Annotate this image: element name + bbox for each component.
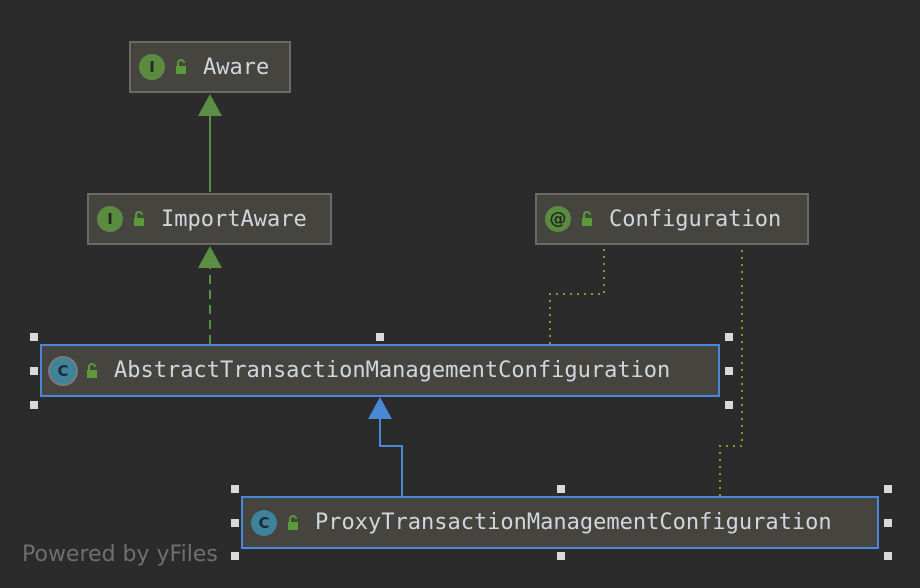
- node-proxy-transaction-management-configuration[interactable]: C ProxyTransactionManagementConfiguratio…: [241, 496, 879, 549]
- resize-handle[interactable]: [884, 519, 892, 527]
- node-label: ProxyTransactionManagementConfiguration: [315, 510, 832, 535]
- annotation-icon: @: [545, 206, 571, 232]
- unlocked-icon: [288, 514, 298, 530]
- resize-handle[interactable]: [30, 367, 38, 375]
- resize-handle[interactable]: [884, 485, 892, 493]
- resize-handle[interactable]: [725, 367, 733, 375]
- unlocked-icon: [176, 59, 186, 74]
- abstract-class-icon: C: [50, 357, 76, 384]
- resize-handle[interactable]: [884, 552, 892, 560]
- resize-handle[interactable]: [231, 552, 239, 560]
- resize-handle[interactable]: [557, 485, 565, 493]
- unlocked-icon: [87, 362, 97, 378]
- resize-handle[interactable]: [231, 485, 239, 493]
- edge-proxy-extends-abstract: [368, 397, 403, 496]
- node-abstract-transaction-management-configuration[interactable]: C AbstractTransactionManagementConfigura…: [40, 344, 720, 397]
- interface-icon: I: [139, 54, 165, 80]
- node-label: Aware: [203, 54, 270, 80]
- resize-handle[interactable]: [30, 333, 38, 341]
- interface-icon: I: [97, 206, 123, 232]
- edge-abstract-implements-importaware: [198, 246, 222, 344]
- node-label: ImportAware: [161, 206, 307, 232]
- node-importaware[interactable]: I ImportAware: [87, 193, 332, 245]
- resize-handle[interactable]: [231, 519, 239, 527]
- class-icon: C: [251, 509, 277, 536]
- resize-handle[interactable]: [30, 401, 38, 409]
- powered-by-watermark: Powered by yFiles: [22, 542, 218, 567]
- unlocked-icon: [582, 211, 592, 226]
- resize-handle[interactable]: [725, 401, 733, 409]
- node-label: AbstractTransactionManagementConfigurati…: [114, 358, 671, 383]
- node-label: Configuration: [609, 206, 782, 232]
- resize-handle[interactable]: [725, 333, 733, 341]
- node-configuration[interactable]: @ Configuration: [535, 193, 809, 245]
- resize-handle[interactable]: [557, 552, 565, 560]
- edge-abstract-annotated-configuration: [549, 244, 605, 344]
- node-aware[interactable]: I Aware: [129, 41, 291, 93]
- resize-handle[interactable]: [376, 333, 384, 341]
- unlocked-icon: [134, 211, 144, 226]
- edge-importaware-extends-aware: [198, 94, 222, 192]
